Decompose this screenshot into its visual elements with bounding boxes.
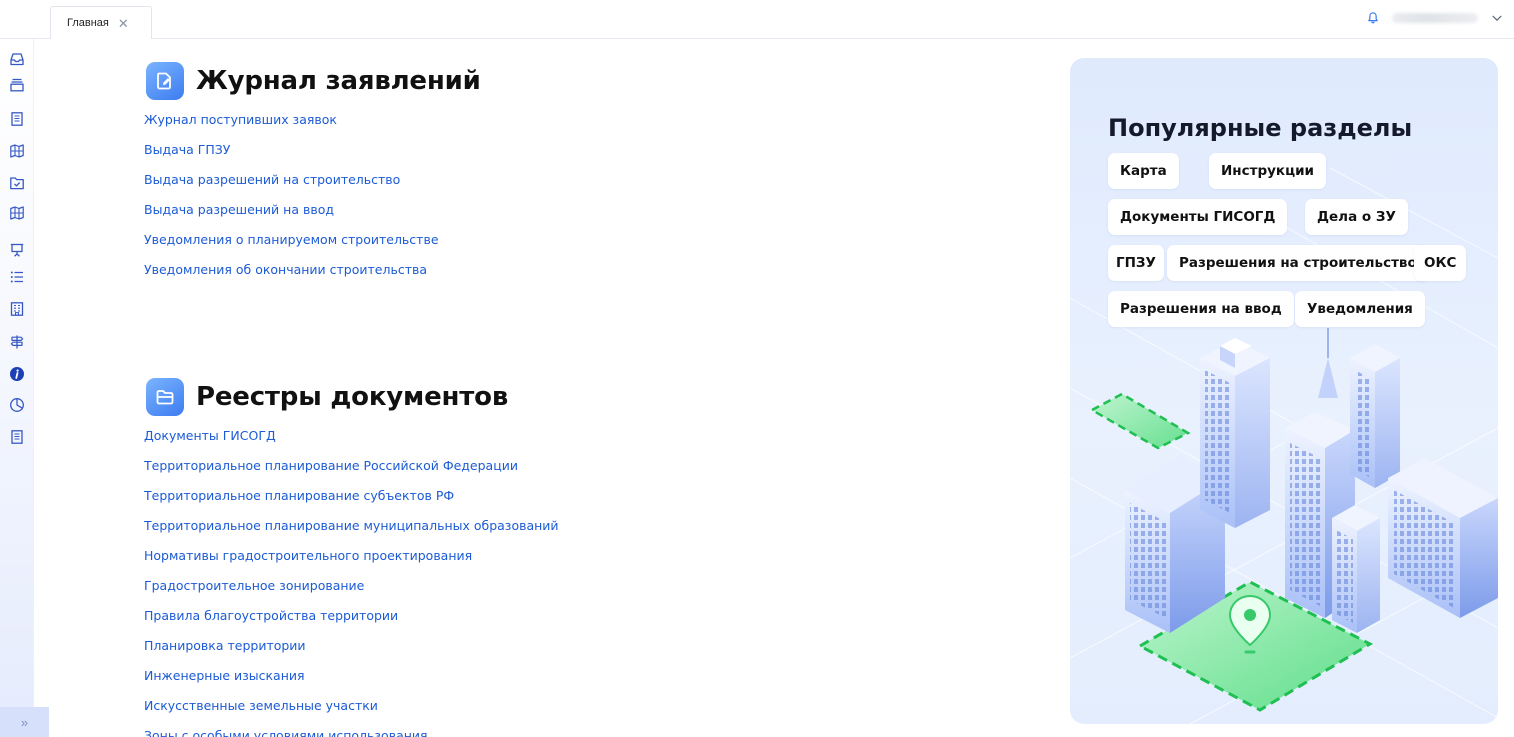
link-territorial-planning-rf[interactable]: Территориальное планирование Российской … — [144, 459, 559, 489]
applications-links: Журнал поступивших заявок Выдача ГПЗУ Вы… — [144, 113, 439, 293]
close-icon[interactable]: ✕ — [118, 17, 129, 30]
link-territory-planning[interactable]: Планировка территории — [144, 639, 559, 669]
chevron-down-icon[interactable] — [1490, 11, 1504, 25]
link-commissioning-permits[interactable]: Выдача разрешений на ввод — [144, 203, 439, 233]
chip-gisogd-documents[interactable]: Документы ГИСОГД — [1108, 199, 1288, 235]
applications-header: Журнал заявлений — [146, 62, 481, 100]
link-artificial-land-plots[interactable]: Искусственные земельные участки — [144, 699, 559, 729]
link-special-use-zones[interactable]: Зоны с особыми условиями использования — [144, 729, 559, 737]
signpost-icon[interactable] — [9, 334, 25, 350]
link-incoming-requests[interactable]: Журнал поступивших заявок — [144, 113, 439, 143]
chip-notifications[interactable]: Уведомления — [1295, 291, 1425, 327]
info-icon[interactable] — [9, 366, 25, 382]
folder-icon — [146, 378, 184, 416]
sidebar — [0, 39, 34, 707]
registries-title: Реестры документов — [196, 382, 509, 412]
edit-document-icon — [146, 62, 184, 100]
registries-links: Документы ГИСОГД Территориальное планиро… — [144, 429, 559, 737]
link-landscaping-rules[interactable]: Правила благоустройства территории — [144, 609, 559, 639]
document-icon[interactable] — [9, 429, 25, 445]
list-icon[interactable] — [9, 269, 25, 285]
folder-check-icon[interactable] — [9, 175, 25, 191]
registries-header: Реестры документов — [146, 378, 508, 416]
map-icon[interactable] — [9, 205, 25, 221]
link-gisogd-documents[interactable]: Документы ГИСОГД — [144, 429, 559, 459]
link-gpzu-issuance[interactable]: Выдача ГПЗУ — [144, 143, 439, 173]
chip-instructions[interactable]: Инструкции — [1209, 153, 1327, 189]
link-urban-zoning[interactable]: Градостроительное зонирование — [144, 579, 559, 609]
chip-gpzu[interactable]: ГПЗУ — [1108, 245, 1164, 281]
pie-chart-icon[interactable] — [9, 397, 25, 413]
user-name[interactable] — [1392, 13, 1478, 23]
inbox-icon[interactable] — [9, 51, 25, 67]
link-planned-construction-notices[interactable]: Уведомления о планируемом строительстве — [144, 233, 439, 263]
applications-title: Журнал заявлений — [196, 66, 481, 96]
link-urban-design-standards[interactable]: Нормативы градостроительного проектирова… — [144, 549, 559, 579]
tab-home[interactable]: Главная ✕ — [50, 6, 152, 39]
link-engineering-surveys[interactable]: Инженерные изыскания — [144, 669, 559, 699]
chip-commissioning-permits[interactable]: Разрешения на ввод — [1108, 291, 1294, 327]
link-territorial-planning-subjects[interactable]: Территориальное планирование субъектов Р… — [144, 489, 559, 519]
chip-oks[interactable]: ОКС — [1414, 245, 1467, 281]
chip-construction-permits[interactable]: Разрешения на строительство — [1167, 245, 1429, 281]
tab-label: Главная — [67, 17, 109, 29]
map-icon[interactable] — [9, 143, 25, 159]
top-bar: Главная ✕ — [0, 0, 1514, 39]
bell-icon[interactable] — [1366, 11, 1380, 25]
chip-land-cases[interactable]: Дела о ЗУ — [1305, 199, 1408, 235]
building-icon[interactable] — [9, 301, 25, 317]
popular-sections-title: Популярные разделы — [1108, 114, 1413, 142]
sidebar-expand-button[interactable]: » — [0, 707, 49, 737]
presentation-icon[interactable] — [9, 242, 25, 258]
double-chevron-right-icon: » — [20, 714, 29, 730]
document-icon[interactable] — [9, 111, 25, 127]
link-construction-completion-notices[interactable]: Уведомления об окончании строительства — [144, 263, 439, 293]
chip-map[interactable]: Карта — [1108, 153, 1179, 189]
archive-icon[interactable] — [9, 77, 25, 93]
header-actions — [1366, 8, 1504, 28]
link-construction-permits[interactable]: Выдача разрешений на строительство — [144, 173, 439, 203]
popular-sections-panel: Популярные разделы Карта Инструкции Доку… — [1070, 58, 1498, 724]
link-territorial-planning-municipal[interactable]: Территориальное планирование муниципальн… — [144, 519, 559, 549]
